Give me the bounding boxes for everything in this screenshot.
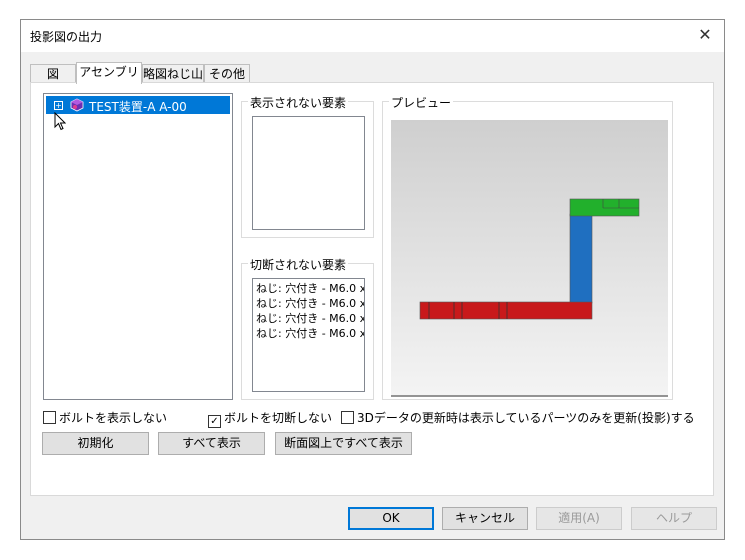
tree-item-label: TEST装置-A A-00 (89, 100, 187, 114)
hide-bolts-checkbox[interactable] (43, 411, 56, 424)
list-item[interactable]: ねじ: 穴付き - M6.0 x (253, 296, 364, 311)
hide-bolts-label: ボルトを表示しない (59, 411, 168, 425)
no-cut-bolts-checkbox[interactable]: ✓ (208, 415, 221, 428)
cancel-button[interactable]: キャンセル (442, 507, 528, 530)
mouse-pointer-icon (54, 111, 67, 134)
list-item[interactable]: ねじ: 穴付き - M6.0 x (253, 326, 364, 341)
show-all-button[interactable]: すべて表示 (158, 432, 265, 455)
preview-part-green (569, 198, 640, 217)
preview-part-blue (569, 213, 593, 304)
no-cut-bolts-option[interactable]: ✓ ボルトを切断しない (208, 409, 332, 428)
assembly-tab-panel: + TEST装置-A A-00 表示されない要素 切断されない要素 ねじ: 穴付… (30, 82, 714, 496)
preview-canvas[interactable] (391, 120, 668, 397)
preview-group: プレビュー (382, 94, 673, 400)
uncut-elements-group: 切断されない要素 ねじ: 穴付き - M6.0 x ねじ: 穴付き - M6.0… (241, 256, 374, 400)
no-cut-bolts-label: ボルトを切断しない (224, 411, 333, 425)
tab-assembly[interactable]: アセンブリ (76, 62, 142, 84)
help-button[interactable]: ヘルプ (631, 507, 717, 530)
hidden-elements-group: 表示されない要素 (241, 94, 374, 238)
preview-drawing (391, 198, 668, 397)
assembly-tree[interactable]: + TEST装置-A A-00 (43, 93, 233, 400)
tree-item-assembly[interactable]: + TEST装置-A A-00 (46, 96, 230, 114)
list-item[interactable]: ねじ: 穴付き - M6.0 x (253, 281, 364, 296)
close-icon[interactable]: ✕ (694, 24, 716, 46)
uncut-elements-title: 切断されない要素 (248, 256, 349, 273)
ok-button[interactable]: OK (348, 507, 434, 530)
show-all-section-button[interactable]: 断面図上ですべて表示 (275, 432, 412, 455)
preview-part-red (419, 301, 593, 320)
title-bar: 投影図の出力 ✕ (21, 20, 724, 52)
expand-icon[interactable]: + (54, 101, 63, 110)
apply-button[interactable]: 適用(A) (536, 507, 622, 530)
hidden-elements-title: 表示されない要素 (248, 94, 349, 111)
hidden-elements-list[interactable] (252, 116, 365, 230)
update-visible-only-label: 3Dデータの更新時は表示しているパーツのみを更新(投影)する (357, 411, 695, 425)
assembly-icon (70, 98, 84, 112)
export-projection-dialog: 投影図の出力 ✕ 図 アセンブリ 略図ねじ山 その他 + TEST装置-A A-… (20, 19, 725, 540)
update-visible-only-checkbox[interactable] (341, 411, 354, 424)
dialog-title: 投影図の出力 (30, 30, 103, 44)
hide-bolts-option[interactable]: ボルトを表示しない (43, 409, 167, 426)
update-visible-only-option[interactable]: 3Dデータの更新時は表示しているパーツのみを更新(投影)する (341, 409, 695, 426)
tab-drawing[interactable]: 図 (30, 64, 76, 83)
preview-title: プレビュー (389, 94, 454, 111)
tab-other[interactable]: その他 (204, 64, 250, 83)
list-item[interactable]: ねじ: 穴付き - M6.0 x (253, 311, 364, 326)
uncut-elements-list[interactable]: ねじ: 穴付き - M6.0 x ねじ: 穴付き - M6.0 x ねじ: 穴付… (252, 278, 365, 392)
reset-button[interactable]: 初期化 (42, 432, 149, 455)
tab-thread[interactable]: 略図ねじ山 (142, 64, 204, 83)
